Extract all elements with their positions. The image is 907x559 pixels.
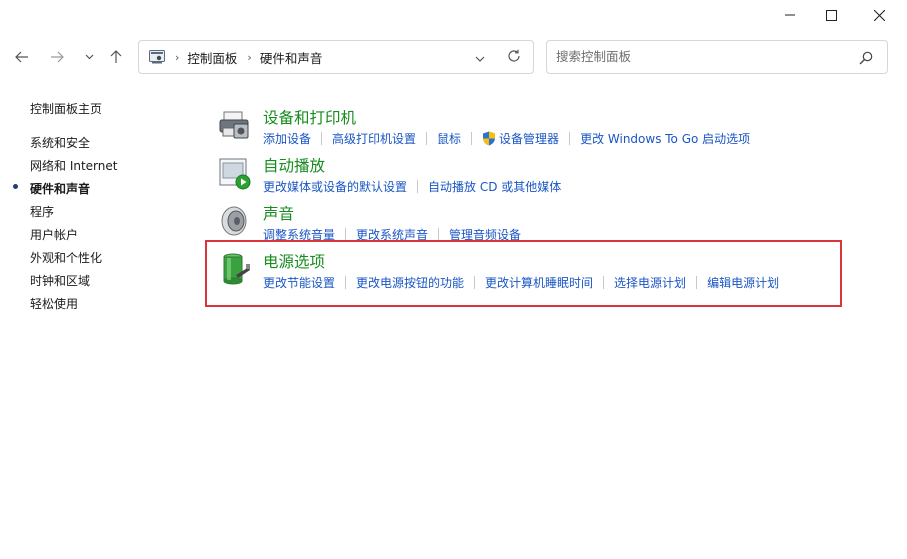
sidebar-item-ease-of-access[interactable]: 轻松使用 [30,295,78,312]
link-windows-to-go[interactable]: 更改 Windows To Go 启动选项 [580,130,750,147]
chevron-down-icon [475,56,485,62]
chevron-down-icon [85,54,93,60]
highlight-box [205,240,842,307]
forward-button[interactable] [44,44,70,70]
recent-locations-button[interactable] [76,44,102,70]
category-autoplay: 自动播放 更改媒体或设备的默认设置 自动播放 CD 或其他媒体 [218,154,838,200]
refresh-icon [508,49,520,62]
category-title-devices-printers[interactable]: 设备和打印机 [263,106,356,128]
maximize-icon [825,9,837,21]
link-add-device[interactable]: 添加设备 [263,130,311,147]
category-title-sound[interactable]: 声音 [263,202,294,224]
arrow-up-icon [110,50,122,63]
category-title-autoplay[interactable]: 自动播放 [263,154,325,176]
maximize-button[interactable] [808,0,854,30]
address-dropdown-button[interactable] [475,50,485,65]
search-icon[interactable] [859,50,873,69]
link-divider [417,180,419,193]
back-button[interactable] [9,44,35,70]
current-item-bullet [13,184,18,189]
autoplay-icon[interactable] [218,156,252,190]
sidebar-item-programs[interactable]: 程序 [30,203,54,220]
breadcrumb-separator: › [247,50,252,64]
sidebar-item-network-internet[interactable]: 网络和 Internet [30,157,117,174]
refresh-button[interactable] [507,49,521,66]
link-divider [321,132,323,145]
arrow-left-icon [15,51,28,63]
sidebar-item-clock-region[interactable]: 时钟和区域 [30,272,90,289]
link-autoplay-cd[interactable]: 自动播放 CD 或其他媒体 [428,178,561,195]
up-button[interactable] [103,44,129,70]
link-change-media-defaults[interactable]: 更改媒体或设备的默认设置 [263,178,407,195]
sidebar-item-appearance[interactable]: 外观和个性化 [30,249,102,266]
category-links: 更改媒体或设备的默认设置 自动播放 CD 或其他媒体 [263,178,561,195]
minimize-button[interactable] [767,0,813,30]
category-links: 添加设备 高级打印机设置 鼠标 设备管理器 更改 Windows To Go 启… [263,130,750,147]
search-input[interactable] [556,49,846,64]
link-device-manager[interactable]: 设备管理器 [499,130,559,147]
breadcrumb-control-panel[interactable]: 控制面板 [187,48,237,67]
close-button[interactable] [856,0,902,30]
link-divider [471,132,473,145]
breadcrumb-hardware-sound[interactable]: 硬件和声音 [260,48,323,67]
sidebar-item-system-security[interactable]: 系统和安全 [30,134,90,151]
uac-shield-icon [483,131,496,146]
link-mouse[interactable]: 鼠标 [437,130,461,147]
link-divider [426,132,428,145]
minimize-icon [785,14,795,16]
printer-icon[interactable] [218,108,252,142]
link-advanced-printer-setup[interactable]: 高级打印机设置 [332,130,416,147]
arrow-right-icon [51,51,64,63]
close-icon [873,9,885,21]
sidebar-item-hardware-sound[interactable]: 硬件和声音 [30,180,90,197]
category-devices-printers: 设备和打印机 添加设备 高级打印机设置 鼠标 设备管理器 更改 Windows … [218,106,838,152]
address-bar[interactable]: › 控制面板 › 硬件和声音 [138,40,534,74]
breadcrumb-separator: › [175,50,180,64]
control-panel-icon [149,50,165,64]
sidebar-item-home[interactable]: 控制面板主页 [30,100,102,117]
sidebar-item-user-accounts[interactable]: 用户帐户 [30,226,78,243]
speaker-icon[interactable] [218,204,252,238]
link-divider [569,132,571,145]
search-box[interactable] [546,40,888,74]
